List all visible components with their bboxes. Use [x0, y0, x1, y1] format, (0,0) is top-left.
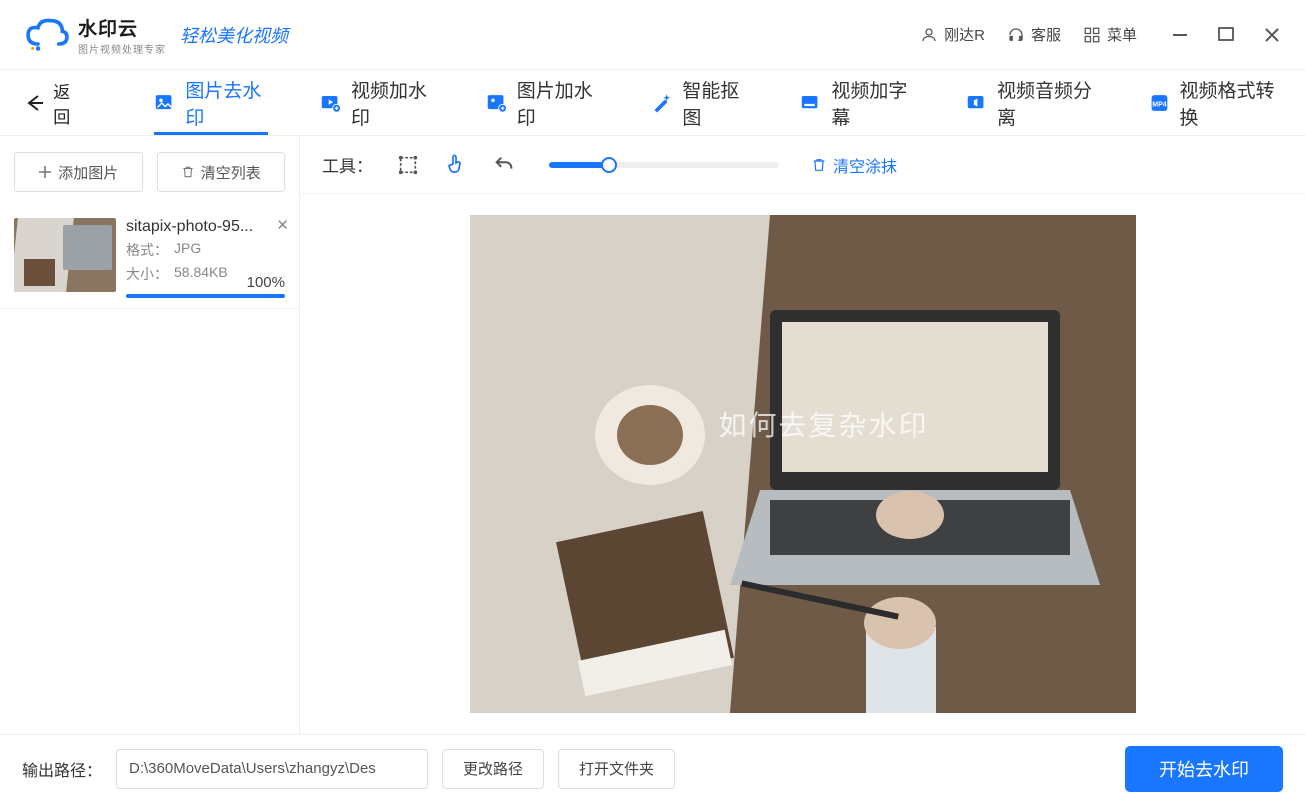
minimize-button[interactable]	[1171, 26, 1189, 44]
change-path-button[interactable]: 更改路径	[442, 749, 544, 789]
clear-list-button[interactable]: 清空列表	[157, 152, 286, 192]
clear-smear-label: 清空涂抹	[833, 153, 897, 177]
hand-pointer-icon	[444, 153, 468, 177]
watermark-overlay-text: 如何去复杂水印	[718, 404, 928, 444]
svg-text:MP4: MP4	[1152, 101, 1166, 108]
tab-video-audio-split[interactable]: 视频音频分离	[966, 70, 1096, 135]
grid-icon	[1083, 26, 1101, 44]
video-audio-icon	[966, 92, 987, 114]
file-size-label: 大小：	[126, 264, 168, 284]
app-name: 水印云	[78, 14, 166, 41]
preview-graphic	[470, 215, 1136, 713]
maximize-button[interactable]	[1217, 26, 1235, 44]
close-button[interactable]	[1263, 26, 1281, 44]
file-progress: 100%	[126, 294, 285, 298]
image-preview: 如何去复杂水印	[470, 215, 1136, 713]
cloud-logo-icon	[24, 17, 70, 53]
file-size-value: 58.84KB	[174, 264, 228, 284]
clear-list-label: 清空列表	[201, 162, 261, 183]
smear-tool-button[interactable]	[443, 152, 469, 178]
magic-wand-icon	[651, 92, 672, 114]
tab-image-add-watermark[interactable]: 图片加水印	[486, 70, 600, 135]
trash-icon	[181, 165, 195, 179]
maximize-icon	[1218, 27, 1234, 43]
clear-smear-button[interactable]: 清空涂抹	[811, 153, 897, 177]
close-icon	[1264, 27, 1280, 43]
selection-icon	[397, 154, 419, 176]
change-path-label: 更改路径	[463, 758, 523, 779]
file-item[interactable]: sitapix-photo-95... 格式： JPG 大小： 58.84KB …	[0, 208, 299, 309]
tab-label: 视频加水印	[351, 76, 434, 130]
plus-icon	[38, 165, 52, 179]
tool-label: 工具：	[322, 152, 373, 177]
tab-bar: 返回 图片去水印 视频加水印 图片加水印 智能抠图 视频加字幕 视频音频分离 M…	[0, 70, 1305, 136]
image-remove-icon	[154, 92, 175, 114]
output-path-value: D:\360MoveData\Users\zhangyz\Des	[129, 760, 376, 777]
support-label: 客服	[1031, 24, 1061, 45]
menu-button[interactable]: 菜单	[1083, 24, 1137, 45]
arrow-left-icon	[26, 94, 43, 112]
minimize-icon	[1171, 26, 1189, 44]
add-image-button[interactable]: 添加图片	[14, 152, 143, 192]
file-format-value: JPG	[174, 240, 201, 260]
back-label: 返回	[53, 78, 82, 128]
slider-thumb-icon	[601, 157, 617, 173]
file-format-label: 格式：	[126, 240, 168, 260]
user-icon	[920, 26, 938, 44]
file-progress-percent: 100%	[247, 274, 285, 291]
tab-label: 智能抠图	[682, 76, 748, 130]
tagline: 轻松美化视频	[180, 22, 288, 48]
sidebar: 添加图片 清空列表 sitapix-photo-95... 格式： JPG	[0, 136, 300, 734]
file-thumbnail	[14, 218, 116, 292]
tab-video-convert[interactable]: MP4 视频格式转换	[1149, 70, 1279, 135]
file-remove-button[interactable]: ✕	[276, 216, 289, 234]
add-image-label: 添加图片	[58, 162, 118, 183]
image-add-icon	[486, 92, 507, 114]
output-path-field[interactable]: D:\360MoveData\Users\zhangyz\Des	[116, 749, 428, 789]
open-folder-label: 打开文件夹	[579, 758, 654, 779]
back-button[interactable]: 返回	[26, 78, 82, 128]
tab-label: 视频音频分离	[997, 76, 1097, 130]
tab-image-remove-watermark[interactable]: 图片去水印	[154, 70, 268, 135]
logo: 水印云 图片视频处理专家	[24, 14, 166, 56]
video-add-icon	[320, 92, 341, 114]
start-remove-watermark-button[interactable]: 开始去水印	[1125, 746, 1283, 792]
video-subtitle-icon	[800, 92, 821, 114]
tab-video-subtitle[interactable]: 视频加字幕	[800, 70, 914, 135]
select-tool-button[interactable]	[395, 152, 421, 178]
tab-label: 视频加字幕	[831, 76, 914, 130]
headset-icon	[1007, 26, 1025, 44]
undo-button[interactable]	[491, 152, 517, 178]
output-path-label: 输出路径：	[22, 757, 102, 781]
brush-size-slider[interactable]	[549, 162, 779, 168]
tab-label: 图片加水印	[517, 76, 600, 130]
support-button[interactable]: 客服	[1007, 24, 1061, 45]
tab-label: 视频格式转换	[1179, 76, 1279, 130]
start-button-label: 开始去水印	[1159, 756, 1249, 782]
canvas-area[interactable]: 如何去复杂水印	[300, 194, 1305, 734]
open-folder-button[interactable]: 打开文件夹	[558, 749, 675, 789]
tab-label: 图片去水印	[185, 76, 268, 130]
toolbar: 工具： 清空涂抹	[300, 136, 1305, 194]
trash-icon	[811, 157, 827, 173]
titlebar: 水印云 图片视频处理专家 轻松美化视频 刚达R 客服 菜单	[0, 0, 1305, 70]
footer: 输出路径： D:\360MoveData\Users\zhangyz\Des 更…	[0, 734, 1305, 802]
user-label: 刚达R	[944, 24, 985, 45]
app-subtitle: 图片视频处理专家	[78, 41, 166, 56]
menu-label: 菜单	[1107, 24, 1137, 45]
file-name: sitapix-photo-95...	[126, 218, 276, 236]
undo-icon	[493, 154, 515, 176]
tab-smart-cutout[interactable]: 智能抠图	[651, 70, 748, 135]
tab-video-add-watermark[interactable]: 视频加水印	[320, 70, 434, 135]
user-menu[interactable]: 刚达R	[920, 24, 985, 45]
mp4-icon: MP4	[1149, 92, 1170, 114]
